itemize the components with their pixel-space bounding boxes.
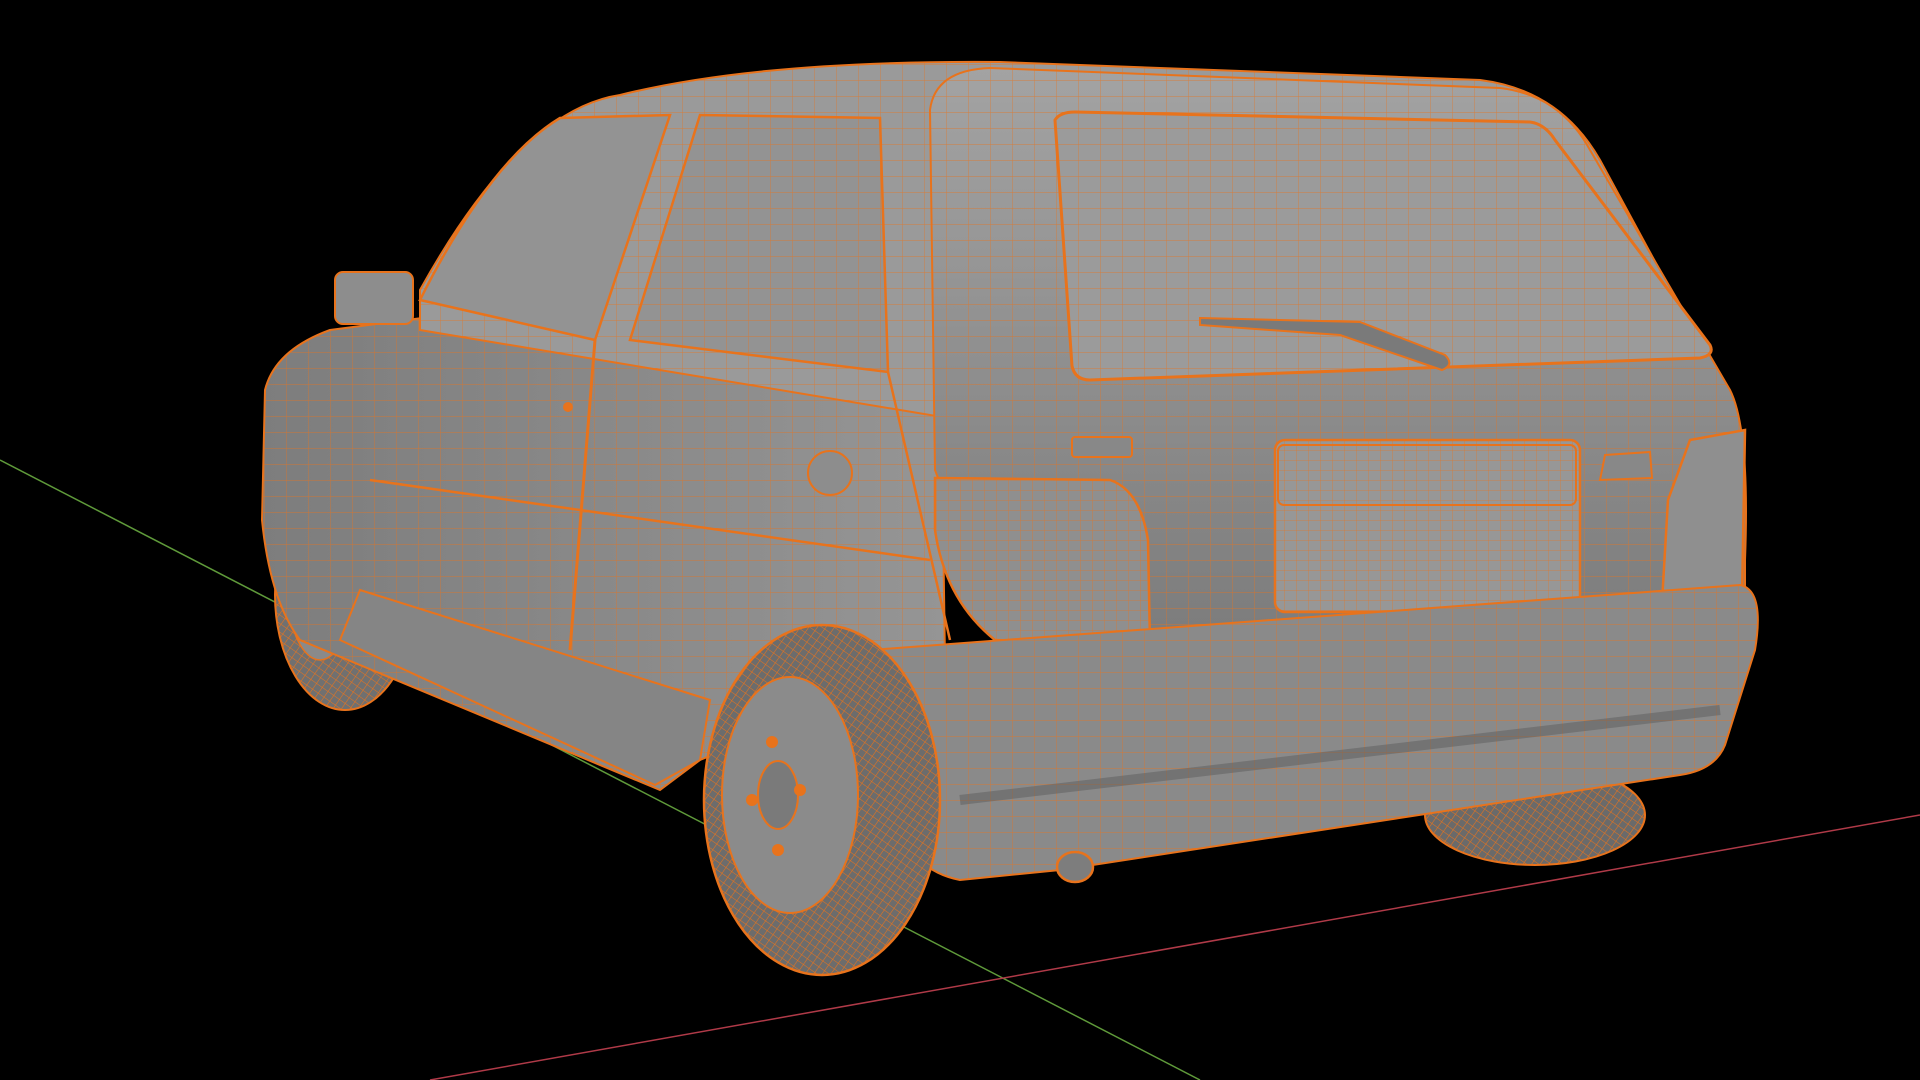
- axis-x-line: [429, 814, 1920, 1080]
- exhaust-pipe: [1055, 850, 1095, 884]
- fuel-cap: [807, 450, 853, 496]
- rear-badge: [1598, 450, 1654, 482]
- side-mirror[interactable]: [334, 271, 414, 325]
- viewport-scene[interactable]: [0, 0, 1920, 1080]
- hub-cap: [757, 760, 799, 830]
- 3d-viewport[interactable]: [0, 0, 1920, 1080]
- rear-left-wheel[interactable]: [702, 623, 942, 977]
- car-mesh-icon[interactable]: [260, 60, 1759, 977]
- rear-reflector-left: [1071, 436, 1133, 458]
- door-handle: [563, 402, 573, 412]
